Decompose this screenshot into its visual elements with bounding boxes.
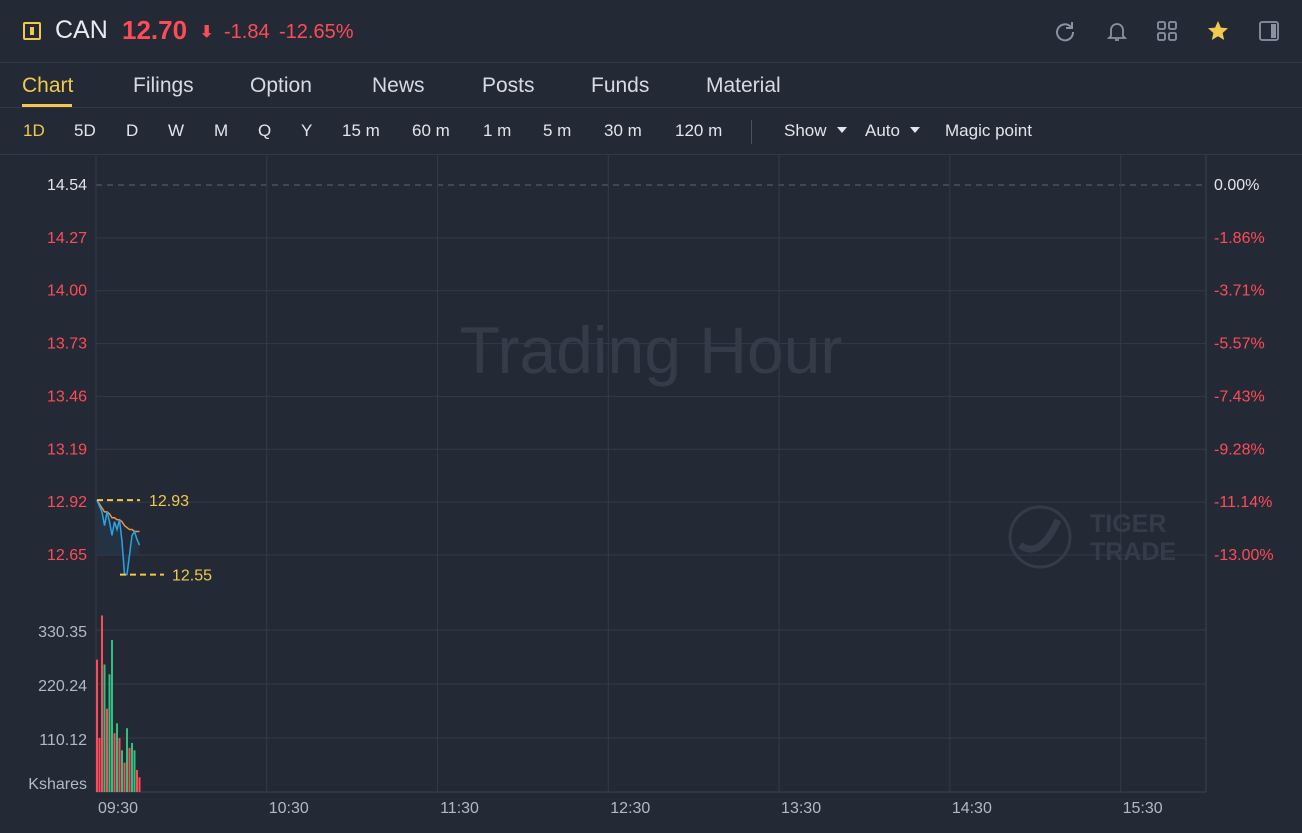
volume-bar (106, 708, 108, 792)
tiger-logo-icon (1008, 505, 1072, 569)
volume-axis-label: 220.24 (38, 678, 87, 695)
volume-bar (136, 769, 138, 792)
volume-bar (128, 747, 131, 792)
pct-axis-label: -9.28% (1214, 441, 1265, 458)
volume-bar (133, 750, 136, 792)
price-axis-label: 13.19 (47, 441, 87, 458)
tiger-trade-watermark: TIGER (1090, 510, 1166, 538)
time-axis-label: 14:30 (952, 800, 992, 817)
time-axis-label: 11:30 (440, 800, 479, 817)
volume-bar (116, 723, 118, 792)
price-axis-label: 12.92 (47, 494, 87, 511)
time-axis-label: 13:30 (781, 800, 821, 817)
pct-axis-label: -5.57% (1214, 336, 1265, 353)
volume-bar (138, 777, 141, 792)
volume-bar (103, 664, 106, 792)
pct-axis-label: -13.00% (1214, 547, 1274, 564)
volume-unit-label: Kshares (28, 776, 87, 793)
tiger-logo-stripe-icon (1017, 518, 1062, 553)
volume-bar (111, 639, 113, 792)
volume-bar (123, 762, 126, 792)
time-axis-label: 12:30 (610, 800, 650, 817)
volume-bar (101, 615, 103, 792)
pct-axis-label: -3.71% (1214, 283, 1265, 300)
pct-axis-label: -7.43% (1214, 388, 1265, 405)
volume-bar (121, 750, 123, 792)
intraday-chart[interactable]: 14.54 0.00% 14.27 -1.86% 14.00 -3.71% 13.73 -5.… (0, 0, 1302, 833)
price-axis-label: 13.73 (47, 336, 87, 353)
volume-axis-label: 110.12 (39, 732, 87, 749)
time-axis-label: 09:30 (98, 800, 138, 817)
volume-bar (113, 733, 116, 792)
pct-axis-label: 0.00% (1214, 177, 1259, 194)
tiger-trade-watermark: TRADE (1090, 538, 1176, 566)
price-axis-label: 14.00 (47, 283, 87, 300)
volume-bar (131, 742, 133, 792)
high-marker-label: 12.93 (149, 493, 189, 510)
low-marker-label: 12.55 (172, 568, 212, 585)
volume-bar (108, 674, 111, 792)
volume-bar (98, 738, 101, 792)
pct-axis-label: -1.86% (1214, 230, 1265, 247)
time-axis-label: 15:30 (1123, 800, 1163, 817)
volume-bar (118, 738, 121, 792)
price-axis-label: 14.54 (47, 177, 87, 194)
volume-bar (126, 728, 128, 792)
pct-axis-label: -11.14% (1214, 494, 1272, 511)
time-axis-label: 10:30 (269, 800, 309, 817)
price-axis-label: 13.46 (47, 388, 87, 405)
price-axis-label: 14.27 (47, 230, 87, 247)
volume-axis-label: 330.35 (38, 624, 87, 641)
price-axis-label: 12.65 (47, 547, 87, 564)
trading-hour-watermark: Trading Hour (460, 313, 843, 387)
volume-bar (96, 659, 98, 792)
